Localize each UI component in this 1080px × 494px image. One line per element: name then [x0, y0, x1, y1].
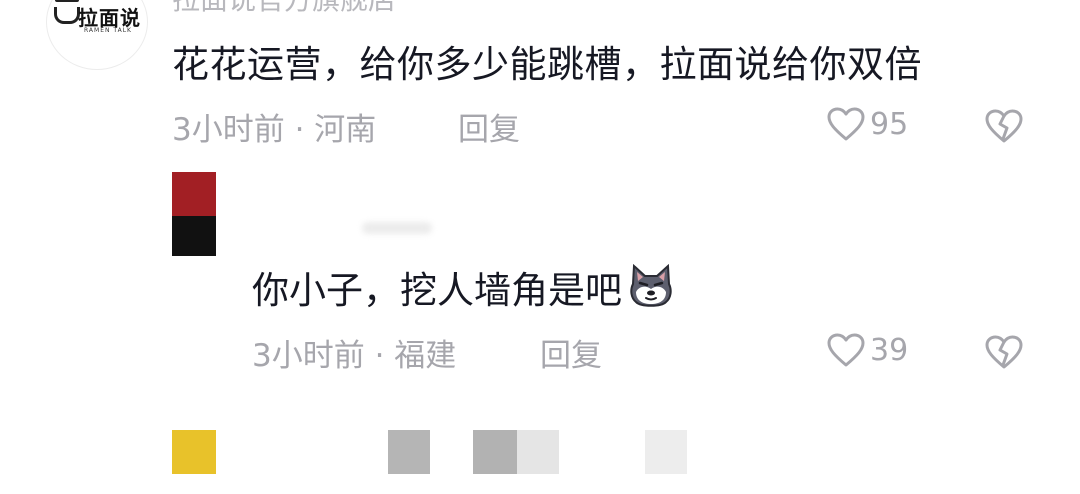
reply-comment-text: 你小子，挖人墙角是吧 [252, 269, 622, 312]
comment-time: 3小时前 [172, 112, 285, 148]
comment-location: 河南 [314, 112, 377, 148]
meta-separator: · [364, 338, 395, 374]
reply-nickname-blurred[interactable] [362, 222, 432, 234]
reply-avatar[interactable] [172, 172, 216, 256]
next-reply-avatar[interactable] [172, 430, 216, 474]
like-count: 95 [870, 106, 909, 142]
redacted-block [645, 430, 687, 474]
husky-dog-emoji-icon [630, 264, 672, 307]
heart-outline-icon [827, 107, 865, 141]
broken-heart-icon [985, 335, 1023, 369]
avatar[interactable]: 拉面说 RAMEN TALK [46, 0, 148, 70]
like-button[interactable]: 39 [826, 332, 908, 368]
reply-meta: 3小时前 · 福建 [252, 330, 456, 375]
comment-text: 花花运营，给你多少能跳槽，拉面说给你双倍 [172, 43, 922, 86]
redacted-block [388, 430, 430, 474]
redacted-block [473, 430, 517, 474]
comment-meta: 3小时前 · 河南 [172, 104, 376, 149]
reply-button[interactable]: 回复 [540, 330, 602, 375]
reply-button[interactable]: 回复 [458, 104, 520, 149]
like-count: 39 [870, 332, 909, 368]
heart-outline-icon [827, 333, 865, 367]
dislike-button[interactable] [984, 334, 1024, 374]
reply-location: 福建 [394, 338, 457, 374]
reply-time: 3小时前 [252, 338, 365, 374]
comment-nickname[interactable]: 拉面说官方旗舰店 [172, 0, 396, 18]
meta-separator: · [284, 112, 315, 148]
broken-heart-icon [985, 109, 1023, 143]
like-button[interactable]: 95 [826, 106, 908, 142]
redacted-block [517, 430, 559, 474]
bowl-steam-icon [55, 0, 79, 2]
bowl-icon [54, 7, 80, 24]
avatar-logo-subtext: RAMEN TALK [84, 27, 132, 34]
reply-comment-text-row: 你小子，挖人墙角是吧 [252, 260, 676, 314]
dislike-button[interactable] [984, 108, 1024, 148]
